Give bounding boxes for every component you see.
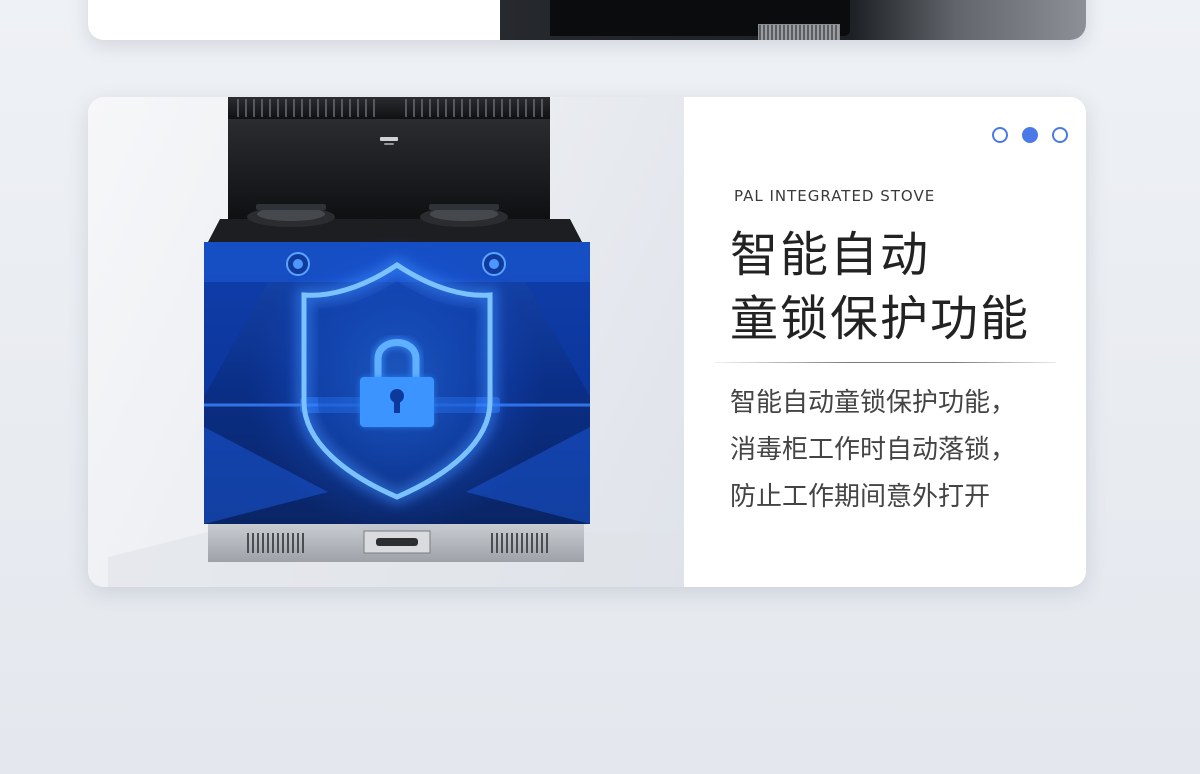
feature-card-child-lock: PAL INTEGRATED STOVE 智能自动 童锁保护功能 智能自动童锁保… [88, 97, 1086, 587]
vent-grille [758, 24, 840, 40]
previous-card-photo [500, 0, 1086, 40]
carousel-indicator [992, 127, 1068, 143]
carousel-dot-2-active[interactable] [1022, 127, 1038, 143]
brand-subtitle: PAL INTEGRATED STOVE [734, 187, 936, 205]
title-divider [714, 362, 1056, 363]
feature-title-line-1: 智能自动 [730, 227, 931, 283]
carousel-dot-1[interactable] [992, 127, 1008, 143]
carousel-dot-3[interactable] [1052, 127, 1068, 143]
range-hood [228, 97, 550, 219]
feature-text-panel: PAL INTEGRATED STOVE 智能自动 童锁保护功能 智能自动童锁保… [684, 97, 1086, 587]
feature-title: 智能自动 童锁保护功能 [730, 223, 1030, 351]
description-line-1: 智能自动童锁保护功能， [730, 388, 1017, 418]
feature-description: 智能自动童锁保护功能， 消毒柜工作时自动落锁， 防止工作期间意外打开 [730, 380, 1016, 521]
product-photo [88, 97, 684, 587]
description-line-2: 消毒柜工作时自动落锁， [730, 435, 1017, 465]
feature-title-line-2: 童锁保护功能 [730, 291, 1031, 347]
description-line-3: 防止工作期间意外打开 [730, 482, 991, 512]
previous-feature-card [88, 0, 1086, 40]
